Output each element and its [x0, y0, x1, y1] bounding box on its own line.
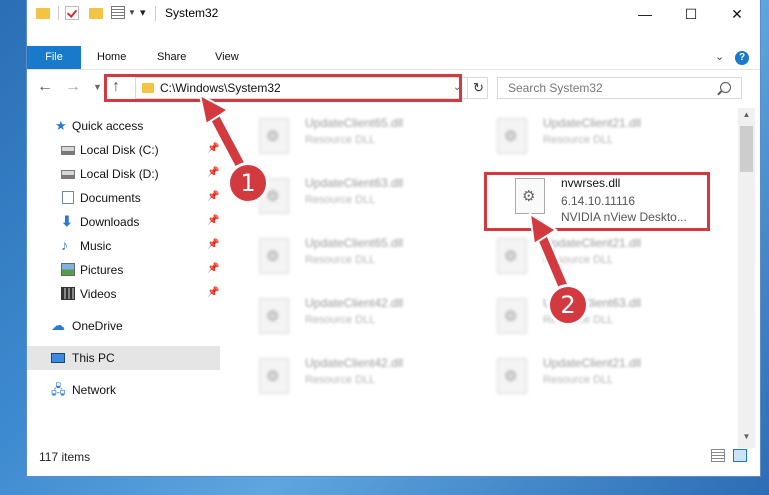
annotation-arrows [198, 93, 575, 305]
step-2-badge: 2 [547, 284, 589, 326]
step-1-badge: 1 [227, 162, 269, 204]
